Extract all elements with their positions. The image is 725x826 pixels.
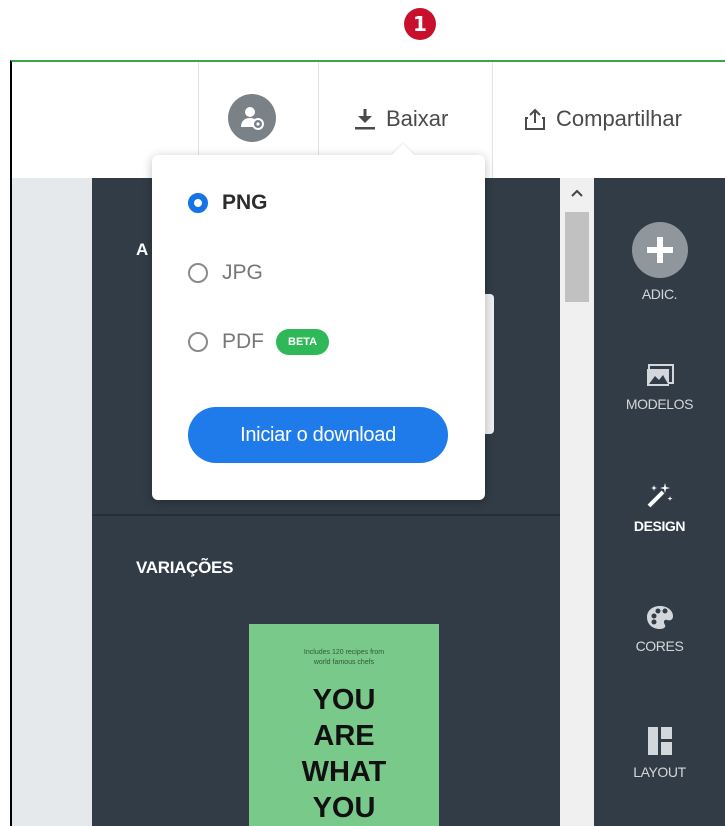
format-option-pdf[interactable]: PDF BETA (188, 329, 330, 355)
thumbnail-subtitle: Includes 120 recipes from world famous c… (303, 649, 385, 666)
rail-item-layout[interactable]: LAYOUT (594, 726, 725, 780)
format-option-png[interactable]: PNG (188, 191, 268, 215)
callout-marker: 1 (404, 8, 436, 40)
palette-icon (646, 606, 673, 629)
share-button[interactable]: Compartilhar (524, 106, 682, 132)
add-user-icon (241, 107, 264, 130)
beta-badge: BETA (276, 329, 330, 355)
download-icon (355, 109, 375, 130)
app-window: Baixar Compartilhar A VARIAÇÕES Includes… (10, 60, 725, 826)
panel-divider (92, 514, 560, 516)
radio-checked-icon[interactable] (188, 193, 208, 213)
rail-item-colors[interactable]: CORES (594, 604, 725, 654)
panel-scrollbar[interactable] (560, 178, 594, 826)
rail-item-design[interactable]: DESIGN (594, 480, 725, 534)
canvas-area (12, 178, 92, 826)
panel-section-title: A (136, 240, 148, 259)
chevron-up-icon (571, 189, 583, 197)
variations-title: VARIAÇÕES (136, 558, 234, 577)
plus-icon (631, 222, 688, 278)
variation-thumbnail[interactable]: Includes 120 recipes from world famous c… (249, 624, 439, 826)
download-button[interactable]: Baixar (354, 106, 448, 132)
share-label: Compartilhar (556, 106, 682, 131)
download-label: Baixar (386, 106, 449, 131)
layout-icon (647, 727, 672, 755)
rail-item-add[interactable]: ADIC. (594, 222, 725, 302)
start-download-button[interactable]: Iniciar o download (188, 407, 448, 463)
invite-user-button[interactable] (228, 94, 276, 142)
format-option-jpg[interactable]: JPG (188, 261, 263, 285)
radio-unchecked-icon[interactable] (188, 263, 208, 283)
rail-item-templates[interactable]: MODELOS (594, 364, 725, 412)
scroll-up-button[interactable] (560, 184, 594, 202)
toolbar-divider (492, 62, 493, 178)
thumbnail-headline: YOU ARE WHAT YOU (301, 684, 387, 824)
download-menu: PNG JPG PDF BETA Iniciar o download (152, 143, 485, 500)
radio-unchecked-icon[interactable] (188, 332, 208, 352)
image-icon (646, 364, 674, 386)
right-nav-rail: ADIC. MODELOS DESIGN CORES LAYOUT (594, 178, 725, 826)
scroll-thumb[interactable] (565, 212, 589, 302)
magic-wand-icon (647, 483, 673, 508)
share-icon (525, 108, 545, 130)
